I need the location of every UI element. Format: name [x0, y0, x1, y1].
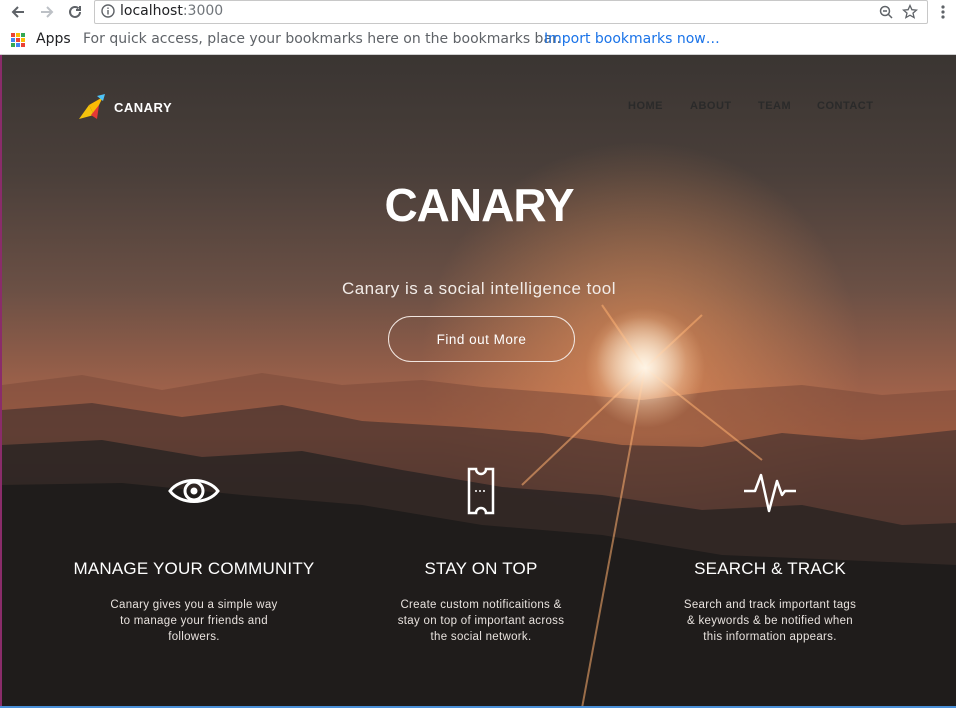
- ticket-icon: [337, 455, 625, 527]
- nav-team[interactable]: TEAM: [758, 100, 791, 112]
- browser-toolbar: localhost:3000: [0, 0, 956, 25]
- feature-description: Canary gives you a simple way to manage …: [110, 599, 278, 643]
- star-icon[interactable]: [901, 3, 919, 21]
- feature-title: STAY ON TOP: [424, 559, 538, 578]
- landing-page: CANARY HOME ABOUT TEAM CONTACT CANARY Ca…: [2, 55, 956, 708]
- bookmarks-bar: Apps For quick access, place your bookma…: [0, 25, 956, 55]
- find-out-more-button[interactable]: Find out More: [388, 316, 575, 362]
- back-icon[interactable]: [8, 2, 28, 22]
- address-bar[interactable]: localhost:3000: [94, 0, 928, 24]
- import-bookmarks-link[interactable]: Import bookmarks now…: [544, 31, 720, 47]
- nav-about[interactable]: ABOUT: [690, 100, 732, 112]
- nav-home[interactable]: HOME: [628, 100, 663, 112]
- feature-description: Create custom notificaitions & stay on t…: [397, 599, 565, 643]
- eye-icon: [50, 455, 338, 527]
- hero-title: CANARY: [384, 179, 574, 231]
- reload-icon[interactable]: [65, 2, 85, 22]
- feature-search-track: SEARCH & TRACK Search and track importan…: [626, 455, 914, 645]
- feature-manage-community: MANAGE YOUR COMMUNITY Canary gives you a…: [50, 455, 338, 645]
- forward-icon[interactable]: [37, 2, 57, 22]
- canary-logo-icon[interactable]: [77, 93, 107, 121]
- site-navbar: CANARY HOME ABOUT TEAM CONTACT: [2, 55, 956, 160]
- feature-title: MANAGE YOUR COMMUNITY: [73, 559, 315, 578]
- feature-stay-on-top: STAY ON TOP Create custom notificaitions…: [337, 455, 625, 645]
- bookmarks-hint: For quick access, place your bookmarks h…: [83, 31, 561, 47]
- hero-subtitle: Canary is a social intelligence tool: [341, 279, 617, 298]
- zoom-icon[interactable]: [877, 3, 895, 21]
- apps-label[interactable]: Apps: [36, 31, 71, 47]
- pulse-icon: [626, 455, 914, 527]
- feature-title: SEARCH & TRACK: [694, 559, 846, 578]
- menu-icon[interactable]: [934, 3, 952, 21]
- info-icon[interactable]: [101, 4, 115, 18]
- feature-description: Search and track important tags & keywor…: [683, 599, 857, 643]
- brand-name[interactable]: CANARY: [114, 100, 172, 115]
- url-text: localhost:3000: [120, 3, 224, 19]
- apps-icon[interactable]: [11, 33, 25, 47]
- nav-contact[interactable]: CONTACT: [817, 100, 873, 112]
